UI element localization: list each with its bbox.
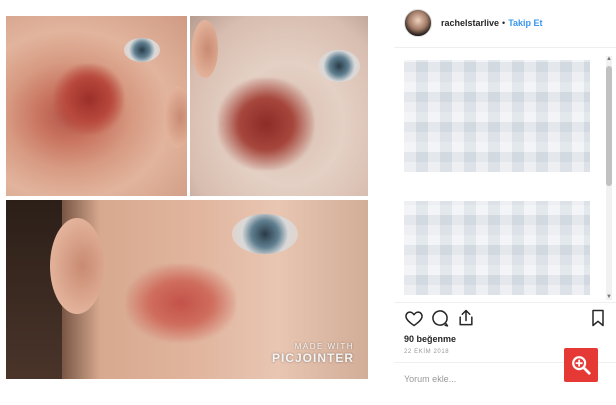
divider (394, 47, 616, 48)
eye (124, 38, 160, 62)
scroll-up-arrow-icon[interactable]: ▲ (606, 56, 612, 62)
comment-icon (432, 310, 449, 327)
post-date: 22 EKİM 2018 (404, 349, 450, 355)
separator-dot: • (502, 18, 506, 28)
divider (394, 302, 616, 303)
likes-count[interactable]: 90 beğenme (404, 334, 456, 344)
action-bar (404, 308, 608, 330)
scroll-down-arrow-icon[interactable]: ▼ (606, 294, 612, 300)
post-header: rachelstarlive • Takip Et (404, 9, 543, 37)
wound-mark (54, 64, 124, 134)
eye (318, 50, 360, 82)
eye (232, 214, 298, 254)
username-link[interactable]: rachelstarlive (441, 18, 499, 28)
bookmark-icon (592, 309, 604, 327)
ear (192, 20, 218, 78)
like-button[interactable] (404, 308, 424, 328)
follow-button[interactable]: Takip Et (508, 18, 542, 28)
zoom-in-icon (572, 356, 591, 375)
post-sidebar: rachelstarlive • Takip Et ▲ ▼ 90 beğenme… (394, 0, 616, 405)
comments-scrollbar[interactable]: ▲ ▼ (606, 56, 612, 300)
comment-input[interactable] (404, 371, 554, 387)
ear (50, 218, 104, 314)
zoom-button[interactable] (564, 348, 598, 382)
watermark-line1: MADE WITH (294, 342, 354, 351)
wound-mark (126, 264, 236, 342)
photo-top-right (190, 16, 368, 196)
picjointer-watermark: MADE WITH PICJOINTER (272, 342, 354, 365)
share-button[interactable] (456, 308, 476, 328)
save-button[interactable] (588, 308, 608, 328)
photo-top-left (6, 16, 187, 196)
scrollbar-thumb[interactable] (606, 66, 612, 186)
avatar[interactable] (404, 9, 432, 37)
blurred-comment (404, 201, 590, 295)
watermark-line2: PICJOINTER (271, 351, 354, 365)
blurred-caption (404, 60, 590, 172)
ear (164, 86, 187, 148)
comment-button[interactable] (430, 308, 450, 328)
share-icon (459, 309, 473, 326)
photo-bottom: MADE WITH PICJOINTER (6, 200, 368, 379)
wound-mark (218, 78, 314, 170)
post-image-collage[interactable]: MADE WITH PICJOINTER (0, 0, 372, 405)
comments-area (404, 56, 604, 300)
heart-icon (405, 311, 423, 327)
